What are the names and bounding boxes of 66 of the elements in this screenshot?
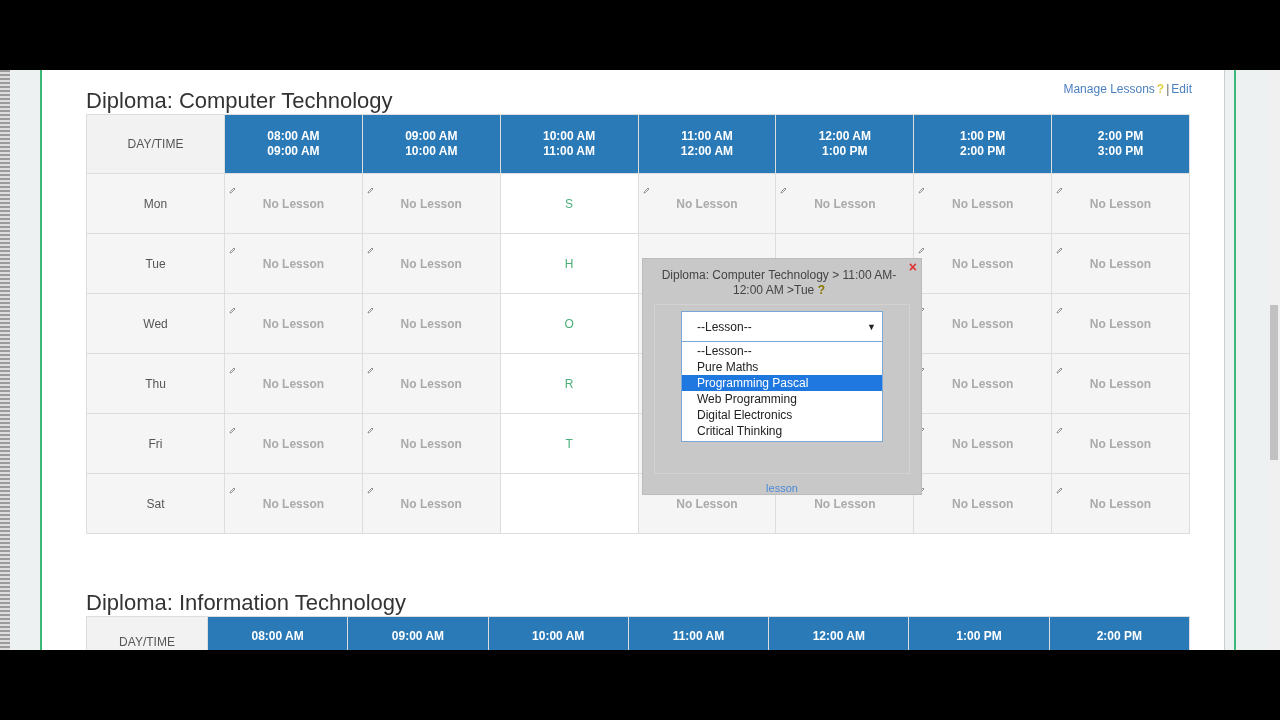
day-label: Fri (86, 413, 225, 474)
day-label: Wed (86, 293, 225, 354)
popup-title: Diploma: Computer Technology > 11:00 AM-12:00 AM >Tue ? (660, 268, 898, 298)
time-slot-header: 1:00 PM 2:00 PM (913, 114, 1052, 174)
no-lesson-text: No Lesson (951, 376, 1014, 391)
no-lesson-text: No Lesson (262, 436, 325, 451)
day-time-header: DAY/TIME (86, 114, 225, 174)
close-icon[interactable]: × (908, 259, 917, 275)
no-lesson-text: No Lesson (676, 196, 738, 211)
lesson-text: R (564, 376, 574, 391)
no-lesson-text: No Lesson (400, 196, 462, 211)
no-lesson-text: No Lesson (814, 196, 876, 211)
time-slot-header: 2:00 PM (1049, 616, 1190, 650)
lesson-text: H (564, 256, 574, 271)
time-slot-header: 12:00 AM (768, 616, 909, 650)
no-lesson-text: No Lesson (400, 496, 462, 511)
time-slot-header: 09:00 AM 10:00 AM (362, 114, 501, 174)
time-slot-header: 2:00 PM 3:00 PM (1051, 114, 1190, 174)
no-lesson-text: No Lesson (262, 316, 325, 331)
no-lesson-text: No Lesson (262, 196, 325, 211)
no-lesson-text: No Lesson (951, 196, 1014, 211)
no-lesson-text: No Lesson (262, 376, 325, 391)
time-slot-header: 09:00 AM (347, 616, 489, 650)
day-label: Sat (86, 473, 225, 534)
separator-text: | (1166, 82, 1170, 96)
lesson-option[interactable]: Programming Pascal (682, 375, 882, 391)
time-slot-header: 12:00 AM 1:00 PM (775, 114, 914, 174)
no-lesson-text: No Lesson (1089, 256, 1152, 271)
no-lesson-text: No Lesson (951, 496, 1014, 511)
no-lesson-text: No Lesson (1089, 436, 1152, 451)
timetable-title: Diploma: Computer Technology (86, 88, 393, 114)
lesson-text: T (565, 436, 573, 451)
time-slot-header: 10:00 AM 11:00 AM (500, 114, 639, 174)
lesson-link[interactable]: lesson (766, 482, 798, 494)
time-slot-header: 08:00 AM 09:00 AM (224, 114, 363, 174)
no-lesson-text: No Lesson (814, 496, 876, 511)
no-lesson-text: No Lesson (1089, 196, 1152, 211)
no-lesson-text: No Lesson (400, 316, 462, 331)
no-lesson-text: No Lesson (676, 496, 738, 511)
time-slot-header: 1:00 PM (908, 616, 1050, 650)
no-lesson-text: No Lesson (951, 316, 1014, 331)
no-lesson-text: No Lesson (1089, 316, 1152, 331)
manage-lessons-link[interactable]: Manage Lessons (1063, 82, 1155, 96)
time-slot-header: 08:00 AM (207, 616, 348, 650)
edit-link[interactable]: Edit (1171, 82, 1192, 96)
no-lesson-text: No Lesson (400, 376, 462, 391)
no-lesson-text: No Lesson (951, 256, 1014, 271)
day-label: Tue (86, 233, 225, 294)
lesson-text: O (564, 316, 574, 331)
no-lesson-text: No Lesson (951, 436, 1014, 451)
no-lesson-text: No Lesson (400, 436, 462, 451)
time-slot-header: 10:00 AM (488, 616, 629, 650)
no-lesson-text: No Lesson (400, 256, 462, 271)
help-icon[interactable]: ? (817, 283, 825, 297)
time-slot-header: 11:00 AM 12:00 AM (638, 114, 776, 174)
time-slot-header: 11:00 AM (628, 616, 769, 650)
day-label: Mon (86, 173, 225, 234)
day-time-header: DAY/TIME (86, 616, 208, 650)
no-lesson-text: No Lesson (1089, 376, 1152, 391)
no-lesson-text: No Lesson (1089, 496, 1152, 511)
timetable-title: Diploma: Information Technology (86, 590, 406, 616)
day-label: Thu (86, 353, 225, 414)
no-lesson-text: No Lesson (262, 496, 325, 511)
lesson-select[interactable]: --Lesson-- ▼ (681, 311, 883, 342)
no-lesson-text: No Lesson (262, 256, 325, 271)
lesson-text: S (565, 196, 574, 211)
